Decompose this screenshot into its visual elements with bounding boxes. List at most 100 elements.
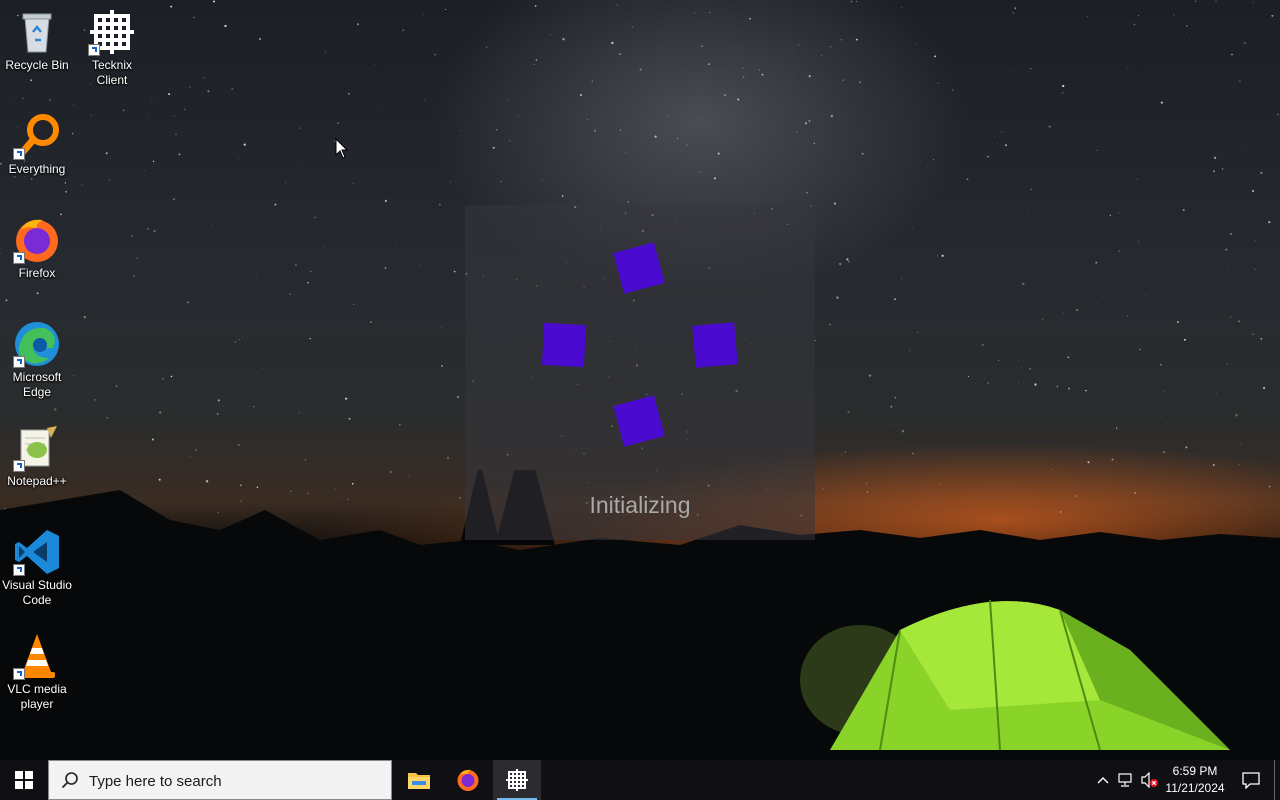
star [1100,419,1101,420]
taskbar-file-explorer[interactable] [395,760,443,800]
star [984,377,986,380]
star [419,265,420,266]
star [115,385,118,388]
star [98,457,100,459]
star [158,411,162,414]
desktop-icon-everything[interactable]: Everything [0,112,74,177]
taskbar-tecknix-client[interactable] [493,760,541,800]
star [998,359,999,361]
star [699,171,701,173]
star [994,135,996,137]
star [1041,318,1044,321]
star [1139,348,1141,351]
star [561,195,564,197]
desktop-icon-tecknix-client[interactable]: Tecknix Client [75,8,149,88]
show-desktop-button[interactable] [1274,760,1280,800]
star [616,4,618,6]
star [1087,15,1088,17]
star [72,103,74,105]
star [927,166,929,167]
star [694,12,695,14]
star [1277,113,1279,116]
star [1238,464,1240,466]
action-center-button[interactable] [1234,760,1268,800]
star [915,42,917,44]
taskbar-search-box[interactable]: Type here to search [48,760,392,800]
star [821,55,823,57]
star [1067,356,1070,359]
windows-logo-icon [15,771,33,789]
star [1244,148,1245,149]
tray-network-button[interactable] [1115,760,1137,800]
star [65,191,67,193]
tray-overflow-button[interactable] [1092,760,1114,800]
chevron-up-icon [1097,777,1109,784]
star [1239,80,1241,83]
star [912,452,914,455]
star [64,182,66,184]
star [195,449,197,451]
star [215,19,217,20]
star [217,399,220,402]
star [1235,414,1238,417]
everything-search-icon [13,112,61,160]
firefox-icon [457,769,479,791]
star [1229,232,1233,236]
star [1034,383,1037,386]
star [1238,320,1240,322]
star [189,456,191,458]
star [804,122,807,125]
star [1159,416,1161,417]
star [1056,385,1059,388]
star [337,122,339,125]
star [238,339,240,341]
star [741,67,744,69]
star [1014,7,1017,10]
desktop-icon-firefox[interactable]: Firefox [0,216,74,281]
desktop-icon-vscode[interactable]: Visual Studio Code [0,528,74,608]
star [1243,42,1246,45]
taskbar-firefox[interactable] [444,760,492,800]
star [868,374,872,377]
tray-volume-button[interactable] [1139,760,1161,800]
star [901,7,903,9]
star [909,350,910,351]
star [1212,464,1215,466]
star [22,97,24,100]
star [1214,156,1217,159]
star [639,68,642,71]
desktop-icon-recycle-bin[interactable]: Recycle Bin [0,8,74,73]
notepadpp-icon [13,424,61,472]
star [562,38,565,41]
star [207,90,210,93]
start-button[interactable] [0,760,48,800]
star [231,87,234,90]
star [170,375,173,378]
star [309,337,311,340]
desktop-icon-notepadpp[interactable]: Notepad++ [0,424,74,489]
taskbar-clock[interactable]: 6:59 PM 11/21/2024 [1160,763,1230,797]
star [370,321,372,323]
desktop-icon-label: VLC media player [7,682,67,711]
star [780,199,782,201]
star [1127,315,1129,317]
star [796,131,798,133]
star [850,0,853,3]
desktop-icon-microsoft-edge[interactable]: Microsoft Edge [0,320,74,400]
star [549,34,551,36]
star [132,274,136,278]
star [106,417,108,419]
tent-image [800,599,1230,751]
star [1226,363,1228,365]
star [5,299,8,302]
star [1062,84,1065,88]
star [356,23,359,26]
star [724,94,727,97]
star [1144,295,1145,296]
loading-splash-window: Initializing [465,205,815,540]
star [594,129,597,132]
star [289,293,292,295]
star [611,41,614,45]
star [336,369,337,371]
desktop-icon-vlc[interactable]: VLC media player [0,632,74,712]
